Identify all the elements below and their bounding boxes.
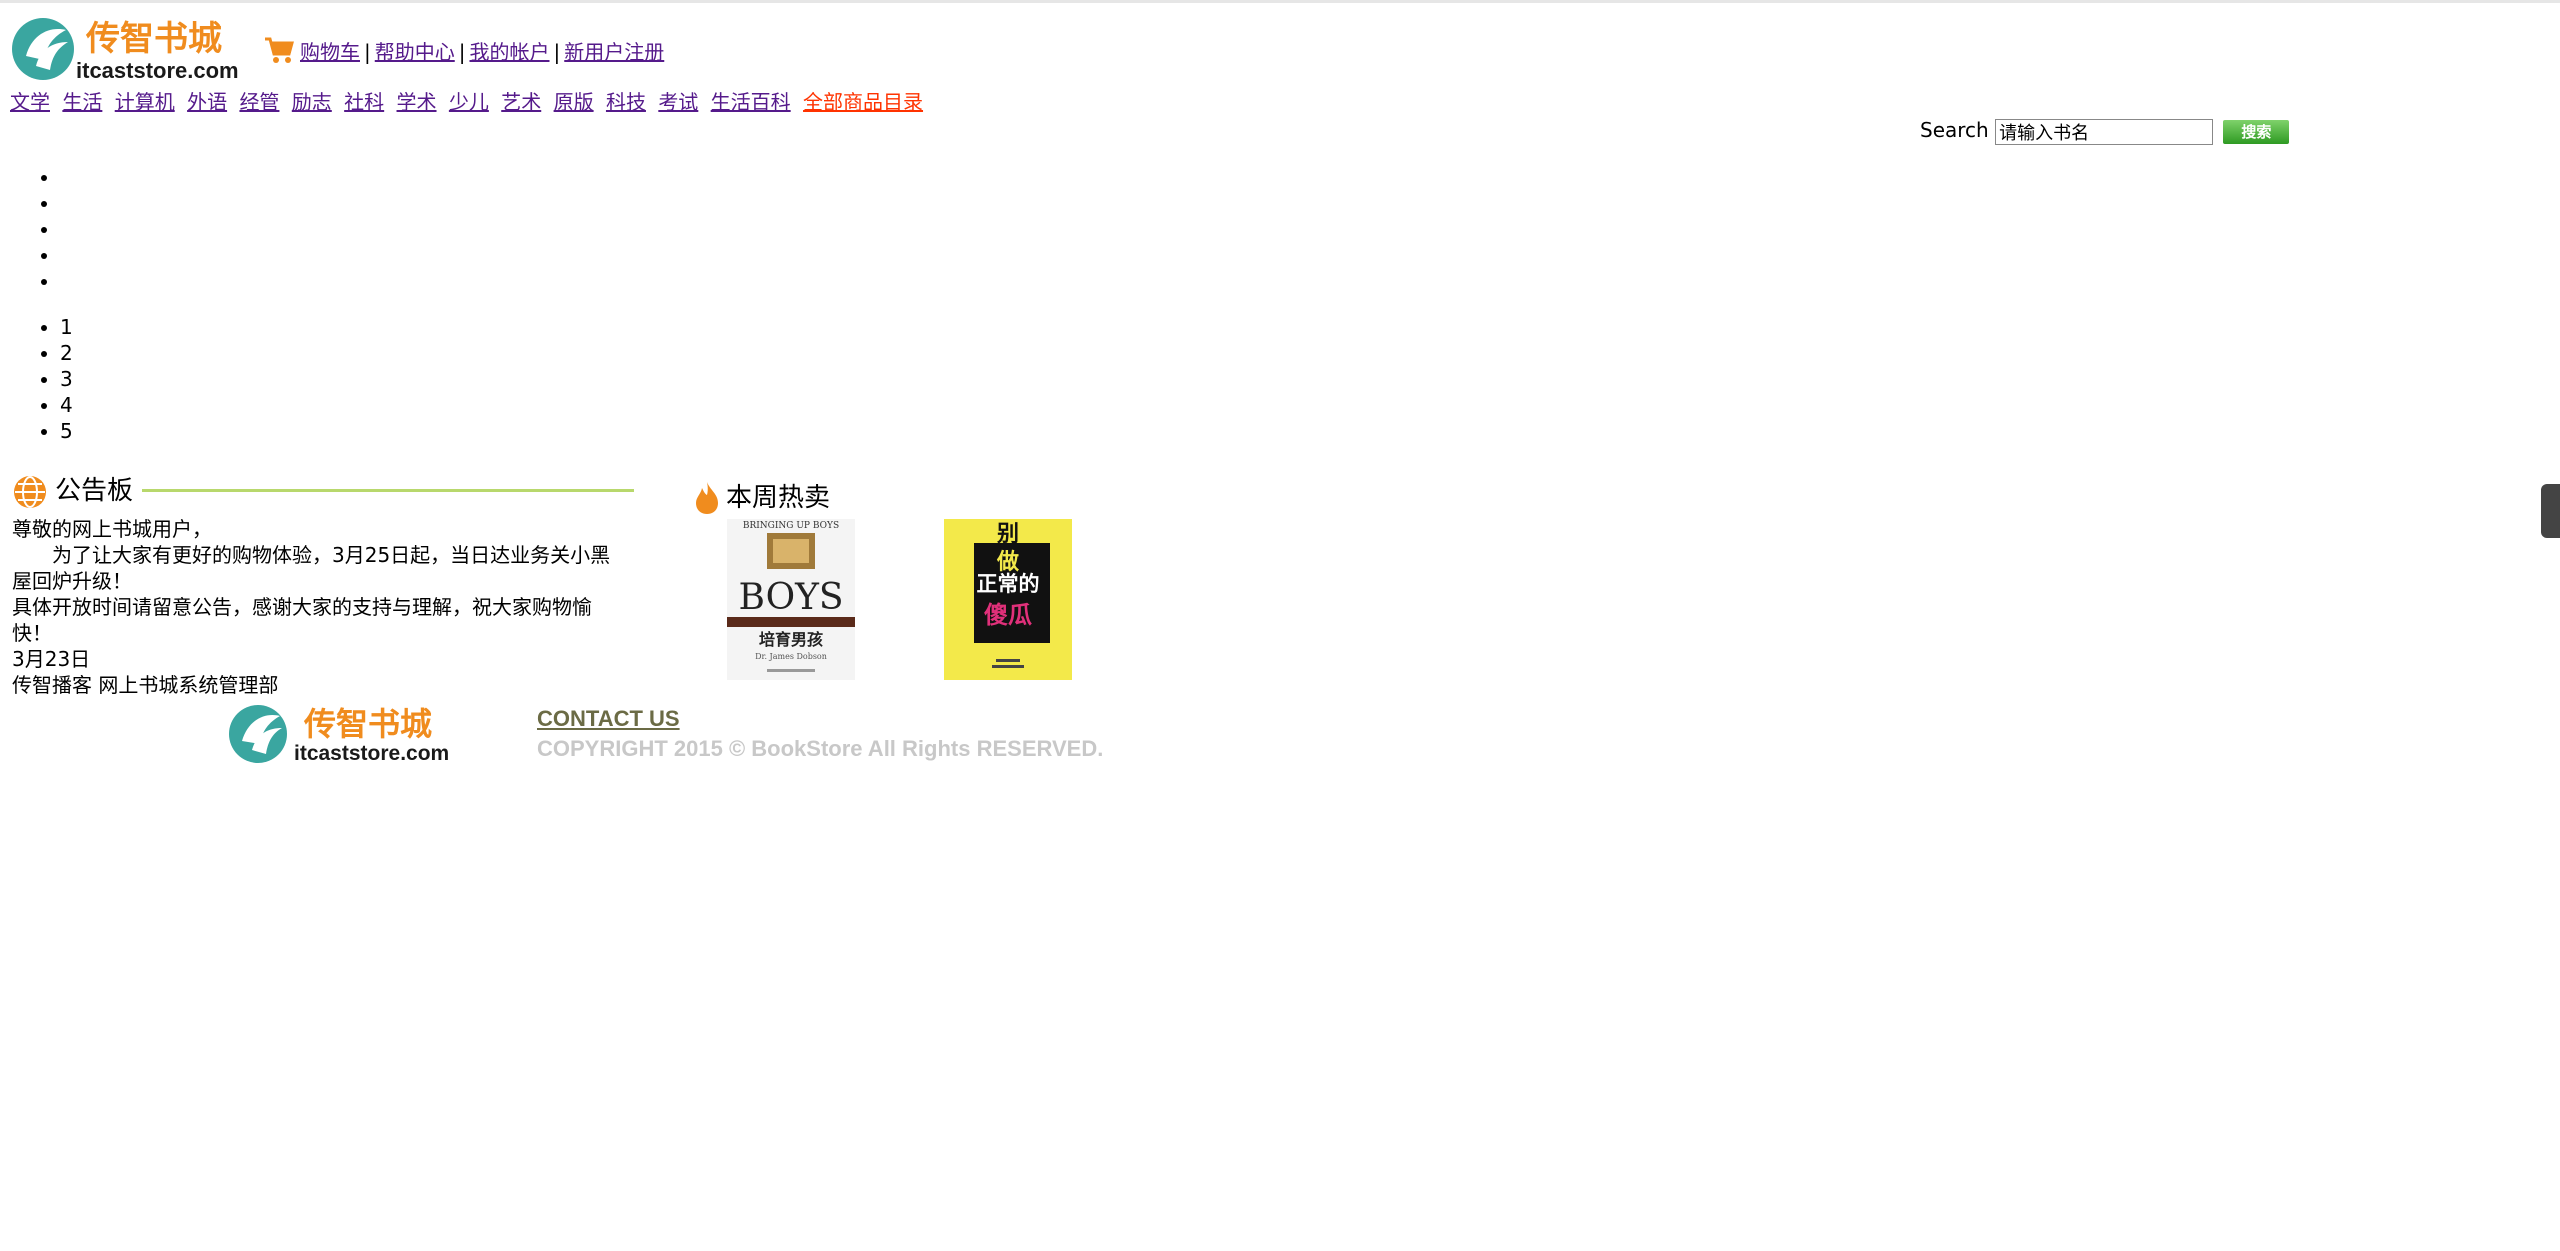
category-link-literature[interactable]: 文学 [10, 90, 50, 114]
book-cover-bringing-up-boys[interactable]: BRINGING UP BOYS BOYS 培育男孩 Dr. James Dob… [727, 519, 855, 680]
footer-logo-english-text: itcaststore.com [294, 742, 449, 765]
separator: | [458, 40, 466, 64]
category-link-inspirational[interactable]: 励志 [292, 90, 332, 114]
separator: | [364, 40, 371, 64]
bulletin-greeting: 尊敬的网上书城用户， [12, 517, 212, 541]
book-chinese-title: 培育男孩 [759, 630, 823, 649]
category-link-exam[interactable]: 考试 [658, 90, 698, 114]
fire-icon [696, 482, 718, 514]
category-link-original[interactable]: 原版 [554, 90, 594, 114]
book-author: Dr. James Dobson [755, 652, 827, 661]
category-link-computer[interactable]: 计算机 [115, 90, 175, 114]
bulletin-content: 尊敬的网上书城用户， 为了让大家有更好的购物体验，3月25日起，当日达业务关小黑… [12, 516, 612, 698]
search-bar: Search 搜索 [1920, 116, 2290, 145]
slide-number[interactable]: 1 [60, 314, 73, 340]
search-input[interactable] [1995, 118, 2214, 145]
category-link-academic[interactable]: 学术 [397, 90, 437, 114]
all-categories-link[interactable]: 全部商品目录 [803, 90, 923, 114]
cart-link[interactable]: 购物车 [300, 40, 360, 64]
logo-english-text: itcaststore.com [76, 58, 239, 82]
book-top-text: BRINGING UP BOYS [743, 521, 839, 531]
separator: | [553, 40, 561, 64]
logo-chinese-text: 传智书城 [85, 19, 222, 59]
search-label: Search [1920, 118, 1989, 142]
bulletin-message: 为了让大家有更好的购物体验，3月25日起，当日达业务关小黑屋回炉升级！ [12, 543, 611, 593]
category-link-art[interactable]: 艺术 [501, 90, 541, 114]
help-center-link[interactable]: 帮助中心 [375, 40, 455, 64]
hot-sellers-title: 本周热卖 [726, 483, 831, 513]
book-cover-dont-be-normal[interactable]: 别 做 正常的 傻瓜 [944, 519, 1072, 680]
top-border [0, 0, 2560, 3]
footer-logo-chinese-text: 传智书城 [303, 705, 432, 743]
slide-number-list: 1 2 3 4 5 [20, 314, 73, 444]
register-link[interactable]: 新用户注册 [564, 40, 664, 64]
bulletin-date: 3月23日 [12, 647, 91, 671]
site-logo[interactable]: 传智书城 itcaststore.com [10, 16, 262, 82]
slide-indicator-list [20, 164, 60, 294]
bulletin-header: 公告板 [12, 472, 634, 508]
my-account-link[interactable]: 我的帐户 [470, 40, 550, 64]
bulletin-signature: 传智播客 网上书城系统管理部 [12, 673, 279, 697]
category-link-social-science[interactable]: 社科 [344, 90, 384, 114]
slide-number[interactable]: 3 [60, 366, 73, 392]
top-links: 购物车 | 帮助中心 | 我的帐户 | 新用户注册 [264, 36, 664, 65]
category-link-life-encyclopedia[interactable]: 生活百科 [711, 90, 791, 114]
globe-icon [14, 476, 46, 508]
book-title-part: 正常的 [977, 571, 1040, 596]
category-link-technology[interactable]: 科技 [606, 90, 646, 114]
category-link-foreign-language[interactable]: 外语 [187, 90, 227, 114]
bulletin-message: 具体开放时间请留意公告，感谢大家的支持与理解，祝大家购物愉快！ [12, 595, 592, 645]
footer-logo[interactable]: 传智书城 itcaststore.com [228, 703, 478, 765]
search-button[interactable]: 搜索 [2223, 119, 2290, 144]
book-title-part: 傻瓜 [984, 600, 1032, 629]
bulletin-divider [142, 489, 634, 492]
category-link-business[interactable]: 经管 [239, 90, 279, 114]
book-title-part: 别 [996, 521, 1019, 547]
side-panel-handle[interactable] [2541, 484, 2560, 538]
bulletin-title: 公告板 [55, 476, 134, 506]
category-link-life[interactable]: 生活 [62, 90, 102, 114]
contact-us-link[interactable]: CONTACT US [537, 706, 680, 732]
category-nav: 文学 生活 计算机 外语 经管 励志 社科 学术 少儿 艺术 原版 科技 考试 … [10, 88, 929, 116]
book-big-title: BOYS [738, 577, 843, 618]
slide-number[interactable]: 4 [60, 392, 73, 418]
copyright-text: COPYRIGHT 2015 © BookStore All Rights RE… [537, 736, 1104, 761]
slide-number[interactable]: 5 [60, 418, 73, 444]
category-link-children[interactable]: 少儿 [449, 90, 489, 114]
shopping-cart-icon[interactable] [264, 36, 294, 64]
slide-number[interactable]: 2 [60, 340, 73, 366]
